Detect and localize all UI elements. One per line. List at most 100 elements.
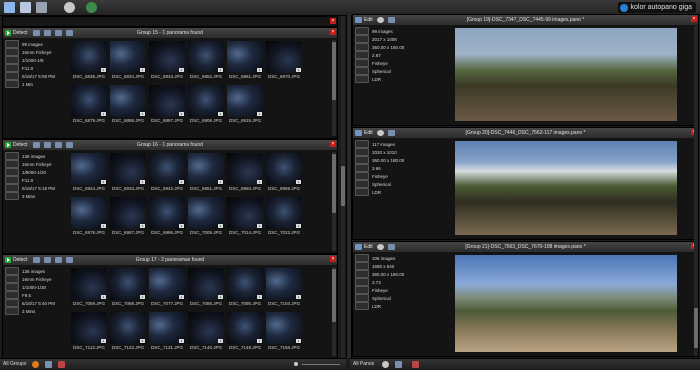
image-thumbnail[interactable]: 1 DSC_7014.JPG [227, 197, 263, 235]
group-scroll-thumb[interactable] [332, 154, 336, 213]
all-groups-label: All Groups [3, 361, 27, 367]
settings-gear-icon[interactable] [376, 17, 384, 23]
panorama-preview[interactable] [455, 28, 677, 121]
image-thumbnail[interactable]: 1 DSC_6996.JPG [149, 197, 185, 235]
info-row: 1/1000-1/8 [5, 56, 67, 64]
thumbnail-size-slider[interactable] [302, 364, 340, 365]
group-scrollbar[interactable] [332, 40, 336, 136]
group-tools-icon[interactable] [45, 361, 52, 368]
group-scrollbar[interactable] [332, 267, 336, 356]
render-icon[interactable] [387, 244, 395, 250]
panorama-preview[interactable] [455, 141, 677, 235]
render-icon[interactable] [387, 17, 395, 23]
panorama-title: [Group 20]-DSC_7446_DSC_7562-117 images.… [465, 130, 586, 136]
image-thumbnail[interactable]: 1 DSC_7113.JPG [71, 312, 107, 350]
wrench-icon[interactable] [33, 30, 41, 36]
image-thumbnail[interactable]: 1 DSC_6906.JPG [188, 85, 224, 123]
image-thumbnail[interactable]: 1 DSC_7131.JPG [149, 312, 185, 350]
edit-button[interactable]: Edit [355, 244, 373, 250]
image-thumbnail[interactable]: 1 DSC_6870.JPG [266, 41, 302, 79]
magic-icon[interactable] [66, 257, 74, 263]
info-value: Spherical [372, 68, 391, 74]
edit-button[interactable]: Edit [355, 130, 373, 136]
close-icon[interactable]: × [330, 18, 336, 24]
globe-icon[interactable] [86, 2, 97, 13]
image-thumbnail[interactable]: 1 DSC_6987.JPG [110, 197, 146, 235]
remove-pano-icon[interactable] [412, 361, 419, 368]
images-icon[interactable] [20, 2, 31, 13]
add-images-icon[interactable] [44, 142, 52, 148]
settings-gear-icon[interactable] [382, 361, 389, 368]
image-thumbnail[interactable]: 1 DSC_6852.JPG [188, 41, 224, 79]
image-thumbnail[interactable]: 1 DSC_6960.JPG [227, 153, 263, 191]
image-thumbnail[interactable]: 1 DSC_7023.JPG [266, 197, 302, 235]
detect-button[interactable]: Detect [5, 142, 27, 148]
panos-scroll-thumb[interactable] [694, 308, 698, 348]
split-group-icon[interactable] [55, 257, 63, 263]
image-thumbnail[interactable]: 1 DSC_6835.JPG [71, 41, 107, 79]
close-icon[interactable]: × [330, 256, 336, 262]
panorama-preview[interactable] [455, 255, 677, 352]
image-thumbnail[interactable]: 1 DSC_6978.JPG [71, 197, 107, 235]
render-icon[interactable] [387, 130, 395, 136]
image-thumbnail[interactable]: 1 DSC_7104.JPG [266, 268, 302, 306]
split-group-icon[interactable] [55, 142, 63, 148]
image-thumbnail[interactable]: 1 DSC_7122.JPG [110, 312, 146, 350]
render-icon[interactable] [395, 361, 402, 368]
image-thumbnail[interactable]: 1 DSC_6915.JPG [227, 85, 263, 123]
close-icon[interactable]: × [691, 16, 697, 22]
groups-scrollbar[interactable] [341, 16, 345, 358]
group-scrollbar[interactable] [332, 152, 336, 251]
image-thumbnail[interactable]: 1 DSC_7005.JPG [188, 197, 224, 235]
panos-scrollbar[interactable] [694, 26, 698, 356]
group-scroll-thumb[interactable] [332, 42, 336, 100]
thumbnail-image: 1 [149, 85, 185, 117]
magic-icon[interactable] [66, 30, 74, 36]
group-header: Detect Group 15 - 1 panorama found × [3, 28, 337, 38]
detect-all-icon[interactable] [32, 361, 39, 368]
groups-scroll-thumb[interactable] [341, 166, 345, 206]
zoom-out-knob[interactable] [294, 362, 298, 366]
panorama-icon[interactable] [36, 2, 47, 13]
group-scroll-thumb[interactable] [332, 269, 336, 322]
info-value: 108 images [372, 255, 396, 261]
add-images-icon[interactable] [44, 257, 52, 263]
image-thumbnail[interactable]: 1 DSC_6879.JPG [71, 85, 107, 123]
image-thumbnail[interactable]: 1 DSC_6834.JPG [110, 41, 146, 79]
wrench-icon[interactable] [33, 142, 41, 148]
image-thumbnail[interactable]: 1 DSC_6942.JPG [149, 153, 185, 191]
image-count-badge: 1 [179, 112, 184, 116]
thumbnail-image: 1 [266, 197, 302, 229]
add-images-icon[interactable] [44, 30, 52, 36]
detect-button[interactable]: Detect [5, 30, 27, 36]
settings-gear-icon[interactable] [64, 2, 75, 13]
image-thumbnail[interactable]: 1 DSC_6969.JPG [266, 153, 302, 191]
image-thumbnail[interactable]: 1 DSC_6897.JPG [149, 85, 185, 123]
image-thumbnail[interactable]: 1 DSC_6888.JPG [110, 85, 146, 123]
image-thumbnail[interactable]: 1 DSC_6843.JPG [149, 41, 185, 79]
detect-button[interactable]: Detect [5, 257, 27, 263]
settings-gear-icon[interactable] [376, 244, 384, 250]
image-thumbnail[interactable]: 1 DSC_7086.JPG [188, 268, 224, 306]
image-thumbnail[interactable]: 1 DSC_7149.JPG [227, 312, 263, 350]
wrench-icon[interactable] [33, 257, 41, 263]
folder-icon[interactable] [4, 2, 15, 13]
edit-button[interactable]: Edit [355, 17, 373, 23]
image-thumbnail[interactable]: 1 DSC_6924.JPG [71, 153, 107, 191]
image-thumbnail[interactable]: 1 DSC_7140.JPG [188, 312, 224, 350]
thumbnail-filename: DSC_6879.JPG [72, 118, 106, 123]
magic-icon[interactable] [66, 142, 74, 148]
close-icon[interactable]: × [330, 141, 336, 147]
remove-group-icon[interactable] [58, 361, 65, 368]
image-thumbnail[interactable]: 1 DSC_7095.JPG [227, 268, 263, 306]
image-thumbnail[interactable]: 1 DSC_6951.JPG [188, 153, 224, 191]
image-thumbnail[interactable]: 1 DSC_6861.JPG [227, 41, 263, 79]
image-thumbnail[interactable]: 1 DSC_7077.JPG [149, 268, 185, 306]
image-thumbnail[interactable]: 1 DSC_7158.JPG [266, 312, 302, 350]
settings-gear-icon[interactable] [376, 130, 384, 136]
image-thumbnail[interactable]: 1 DSC_7068.JPG [110, 268, 146, 306]
close-icon[interactable]: × [330, 29, 336, 35]
image-thumbnail[interactable]: 1 DSC_6933.JPG [110, 153, 146, 191]
split-group-icon[interactable] [55, 30, 63, 36]
image-thumbnail[interactable]: 1 DSC_7059.JPG [71, 268, 107, 306]
